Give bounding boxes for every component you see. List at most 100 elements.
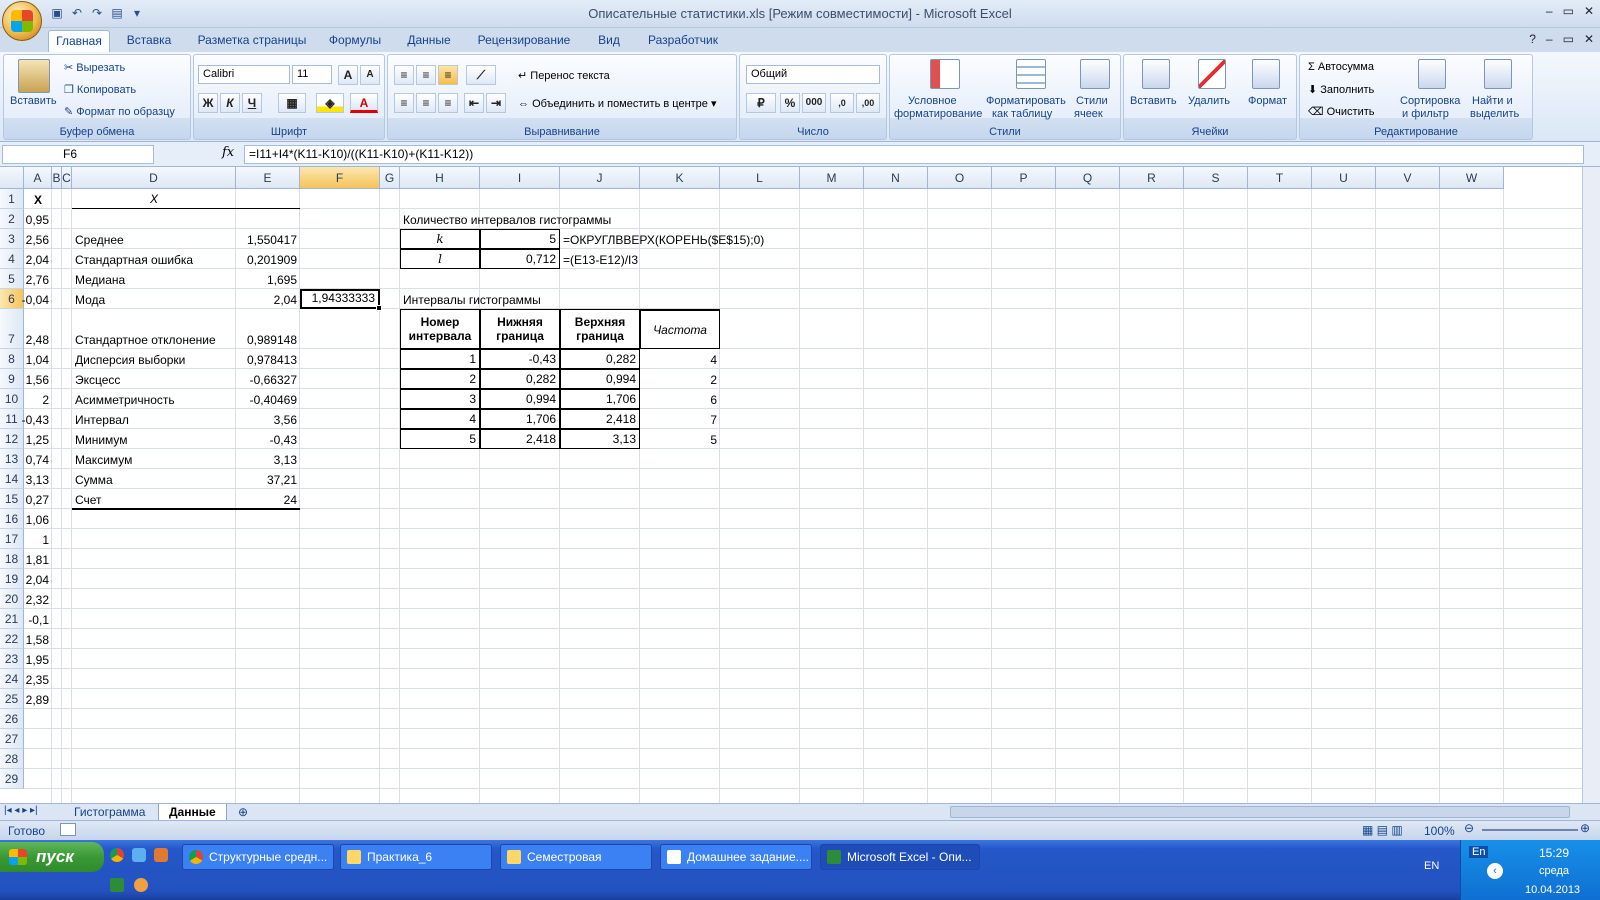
fill-color-icon[interactable]: ◈ <box>316 93 344 113</box>
stats-value[interactable]: 37,21 <box>236 469 300 489</box>
thousands-button[interactable]: 000 <box>802 93 826 113</box>
column-header-H[interactable]: H <box>400 167 480 189</box>
maximize-button[interactable]: ▭ <box>1563 4 1574 18</box>
insert-sheet-icon[interactable]: ⊕ <box>228 804 258 821</box>
cell-A13[interactable]: 0,74 <box>24 449 52 469</box>
task-folder-semester[interactable]: Семестровая <box>500 844 652 870</box>
column-header-R[interactable]: R <box>1120 167 1184 189</box>
hist-cell-H8[interactable]: 1 <box>400 349 480 369</box>
cell-A8[interactable]: 1,04 <box>24 349 52 369</box>
cell-A20[interactable]: 2,32 <box>24 589 52 609</box>
binoculars-icon[interactable] <box>1484 59 1512 89</box>
stats-label[interactable]: Мода <box>72 289 236 309</box>
find-select-label-2[interactable]: выделить <box>1470 108 1519 120</box>
stats-header-E[interactable] <box>236 189 300 209</box>
copy-button[interactable]: ❐ Копировать <box>64 83 136 96</box>
stats-label[interactable]: Дисперсия выборки <box>72 349 236 369</box>
tab-insert[interactable]: Вставка <box>116 30 182 52</box>
row-header-29[interactable]: 29 <box>0 769 24 789</box>
row-header-8[interactable]: 8 <box>0 349 24 369</box>
column-header-J[interactable]: J <box>560 167 640 189</box>
stats-value[interactable]: -0,43 <box>236 429 300 449</box>
quicklaunch-icon-3[interactable] <box>134 878 148 892</box>
cell-A5[interactable]: 2,76 <box>24 269 52 289</box>
sort-filter-icon[interactable] <box>1418 59 1446 89</box>
quicklaunch-icon-2[interactable] <box>154 848 168 862</box>
hist-cell-I12[interactable]: 2,418 <box>480 429 560 449</box>
task-excel[interactable]: Microsoft Excel - Опи... <box>820 844 980 870</box>
stats-value[interactable]: 1,695 <box>236 269 300 289</box>
format-as-table-label-2[interactable]: как таблицу <box>992 108 1052 120</box>
l-value[interactable]: 0,712 <box>480 249 560 269</box>
hist-cell-K8[interactable]: 4 <box>640 349 720 369</box>
tab-review[interactable]: Рецензирование <box>470 30 578 52</box>
active-cell-F6[interactable]: 1,94333333 <box>300 289 380 309</box>
name-box[interactable]: F6 <box>2 145 154 164</box>
hist-cell-H10[interactable]: 3 <box>400 389 480 409</box>
currency-icon[interactable]: ₽ <box>746 93 776 113</box>
row-header-14[interactable]: 14 <box>0 469 24 489</box>
view-buttons-icon[interactable]: ▦ ▤ ▥ <box>1362 823 1403 837</box>
worksheet-grid[interactable]: A B C D E F G H I J K L M N O P Q R S T U V W 1 2 3 4 5 6 7 8 9 10 11 12 13… <box>0 167 1582 803</box>
column-header-V[interactable]: V <box>1376 167 1440 189</box>
hist-cell-I11[interactable]: 1,706 <box>480 409 560 429</box>
cell-A10[interactable]: 2 <box>24 389 52 409</box>
column-header-M[interactable]: M <box>800 167 864 189</box>
row-header-4[interactable]: 4 <box>0 249 24 269</box>
minimize-button[interactable]: – <box>1546 4 1553 18</box>
hist-table-title[interactable]: Интервалы гистограммы <box>400 289 640 309</box>
row-header-25[interactable]: 25 <box>0 689 24 709</box>
cell-A24[interactable]: 2,35 <box>24 669 52 689</box>
row-header-6[interactable]: 6 <box>0 289 24 309</box>
borders-icon[interactable]: ▦ <box>278 93 306 113</box>
font-name-combo[interactable]: Calibri <box>198 65 290 84</box>
column-header-D[interactable]: D <box>72 167 236 189</box>
cell-A21[interactable]: -0,1 <box>24 609 52 629</box>
row-header-28[interactable]: 28 <box>0 749 24 769</box>
row-header-1[interactable]: 1 <box>0 189 24 209</box>
row-header-15[interactable]: 15 <box>0 489 24 509</box>
cell-A22[interactable]: 1,58 <box>24 629 52 649</box>
cell-A14[interactable]: 3,13 <box>24 469 52 489</box>
cell-A23[interactable]: 1,95 <box>24 649 52 669</box>
merge-center-button[interactable]: ⇔ Объединить и поместить в центре ▾ <box>518 97 717 110</box>
zoom-in-icon[interactable]: ⊕ <box>1580 821 1590 835</box>
row-header-10[interactable]: 10 <box>0 389 24 409</box>
doc-restore-icon[interactable]: ▭ <box>1563 32 1574 46</box>
stats-value[interactable]: 0,201909 <box>236 249 300 269</box>
column-header-I[interactable]: I <box>480 167 560 189</box>
stats-label[interactable]: Медиана <box>72 269 236 289</box>
stats-value[interactable]: -0,66327 <box>236 369 300 389</box>
hist-cell-K9[interactable]: 2 <box>640 369 720 389</box>
hist-header-H[interactable]: Номер интервала <box>400 309 480 349</box>
cell-A1-header[interactable]: X <box>24 189 52 209</box>
decrease-decimal-button[interactable]: ,00 <box>856 93 880 113</box>
column-header-N[interactable]: N <box>864 167 928 189</box>
zoom-out-icon[interactable]: ⊖ <box>1464 821 1474 835</box>
percent-button[interactable]: % <box>780 93 800 113</box>
cell-A25[interactable]: 2,89 <box>24 689 52 709</box>
cell-A12[interactable]: 1,25 <box>24 429 52 449</box>
column-header-E[interactable]: E <box>236 167 300 189</box>
format-as-table-label-1[interactable]: Форматировать <box>986 95 1066 107</box>
increase-decimal-button[interactable]: ,0 <box>830 93 854 113</box>
hist-cell-I10[interactable]: 0,994 <box>480 389 560 409</box>
sort-filter-label-2[interactable]: и фильтр <box>1402 108 1449 120</box>
k-formula[interactable]: =ОКРУГЛВВЕРХ(КОРЕНЬ($E$15);0) <box>560 229 800 249</box>
cell-A9[interactable]: 1,56 <box>24 369 52 389</box>
cell-styles-icon[interactable] <box>1080 59 1110 89</box>
zoom-slider[interactable] <box>1482 829 1578 831</box>
align-bottom-icon[interactable]: ≡ <box>438 65 458 85</box>
row-header-17[interactable]: 17 <box>0 529 24 549</box>
autosum-button[interactable]: Σ Автосумма <box>1308 61 1374 73</box>
stats-label[interactable]: Эксцесс <box>72 369 236 389</box>
task-chrome[interactable]: Структурные средн... <box>182 844 334 870</box>
cell-A16[interactable]: 1,06 <box>24 509 52 529</box>
clear-button[interactable]: ⌫ Очистить <box>1308 105 1375 118</box>
row-header-2[interactable]: 2 <box>0 209 24 229</box>
stats-value[interactable]: 3,56 <box>236 409 300 429</box>
column-header-Q[interactable]: Q <box>1056 167 1120 189</box>
row-header-21[interactable]: 21 <box>0 609 24 629</box>
column-header-P[interactable]: P <box>992 167 1056 189</box>
tab-home[interactable]: Главная <box>48 30 110 52</box>
